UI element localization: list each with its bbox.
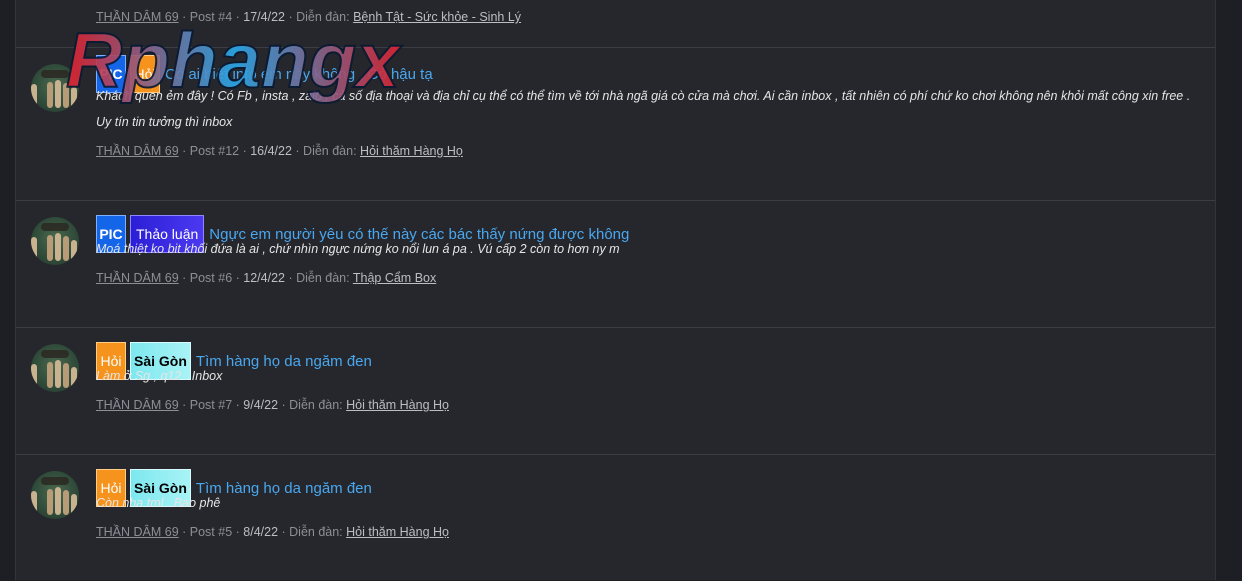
avatar[interactable]: [31, 471, 79, 519]
search-results-panel: THẦN DÂM 69 · Post #4 · 17/4/22 · Diễn đ…: [15, 0, 1216, 580]
post-number: Post #6: [189, 271, 233, 285]
author-link[interactable]: THẦN DÂM 69: [96, 271, 179, 285]
forum-label: Diễn đàn:: [296, 271, 350, 285]
result-row: PIC Thảo luận Ngực em người yêu có thế n…: [16, 200, 1215, 328]
forum-label: Diễn đàn:: [289, 525, 343, 539]
post-meta: THẦN DÂM 69 · Post #4 · 17/4/22 · Diễn đ…: [96, 10, 522, 24]
result-row: Hỏi Sài Gòn Tìm hàng họ da ngăm đen Làm …: [16, 327, 1215, 455]
post-snippet: Khách quen ẻm đây ! Có Fb , insta , zalo…: [96, 89, 1191, 129]
result-row: PIC Hỏi Có ai biết info em này không , C…: [16, 47, 1215, 201]
author-link[interactable]: THẦN DÂM 69: [96, 525, 179, 539]
post-number: Post #12: [189, 144, 240, 158]
post-meta: THẦN DÂM 69 · Post #5 · 8/4/22 · Diễn đà…: [96, 525, 449, 539]
forum-link[interactable]: Hỏi thăm Hàng Họ: [346, 525, 449, 539]
forum-link[interactable]: Thập Cẩm Box: [353, 271, 436, 285]
post-meta: THẦN DÂM 69 · Post #6 · 12/4/22 · Diễn đ…: [96, 271, 437, 285]
forum-label: Diễn đàn:: [296, 10, 350, 24]
forum-label: Diễn đàn:: [303, 144, 357, 158]
post-date: 9/4/22: [243, 398, 279, 412]
post-date: 17/4/22: [243, 10, 285, 24]
forum-link[interactable]: Hỏi thăm Hàng Họ: [346, 398, 449, 412]
post-number: Post #7: [189, 398, 233, 412]
forum-link[interactable]: Hỏi thăm Hàng Họ: [360, 144, 463, 158]
forum-label: Diễn đàn:: [289, 398, 343, 412]
thread-title-link[interactable]: Có ai biết info em này không , Có hậu tạ: [165, 66, 433, 83]
author-link[interactable]: THẦN DÂM 69: [96, 10, 179, 24]
avatar[interactable]: [31, 344, 79, 392]
avatar[interactable]: [31, 217, 79, 265]
result-row: THẦN DÂM 69 · Post #4 · 17/4/22 · Diễn đ…: [16, 0, 1215, 46]
author-link[interactable]: THẦN DÂM 69: [96, 398, 179, 412]
post-date: 12/4/22: [243, 271, 285, 285]
avatar[interactable]: [31, 64, 79, 112]
post-meta: THẦN DÂM 69 · Post #12 · 16/4/22 · Diễn …: [96, 144, 463, 158]
forum-link[interactable]: Bệnh Tật - Sức khỏe - Sinh Lý: [353, 10, 521, 24]
post-date: 8/4/22: [243, 525, 279, 539]
post-meta: THẦN DÂM 69 · Post #7 · 9/4/22 · Diễn đà…: [96, 398, 449, 412]
author-link[interactable]: THẦN DÂM 69: [96, 144, 179, 158]
post-snippet: Moá thiệt ko bit khối đứa là ai , chứ nh…: [96, 242, 620, 256]
post-date: 16/4/22: [250, 144, 292, 158]
post-snippet: Còn nha tml . Bao phê: [96, 496, 221, 510]
result-row: Hỏi Sài Gòn Tìm hàng họ da ngăm đen Còn …: [16, 454, 1215, 581]
post-snippet: Làm ở Sg , q12 . Inbox: [96, 369, 223, 383]
post-number: Post #5: [189, 525, 233, 539]
post-number: Post #4: [189, 10, 233, 24]
